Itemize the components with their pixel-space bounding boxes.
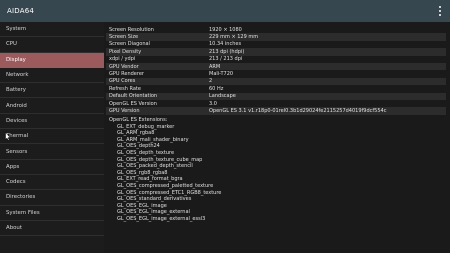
info-row-xdpi-ydpi: xdpi / ydpi 213 / 213 dpi bbox=[106, 56, 446, 63]
info-row-screen-size: Screen Size 229 mm × 129 mm bbox=[106, 33, 446, 41]
info-row-screen-resolution: Screen Resolution 1920 × 1080 bbox=[106, 26, 446, 33]
info-key: GPU Vendor bbox=[109, 63, 139, 70]
extension-item: GL_OES_EGL_image_external_essl3 bbox=[117, 216, 206, 222]
sidebar: System CPU Display Network Battery Andro… bbox=[0, 22, 104, 253]
sidebar-item-about[interactable]: About bbox=[0, 221, 104, 237]
sidebar-item-system-files[interactable]: System Files bbox=[0, 206, 104, 221]
extension-item: GL_ARM_rgba8 bbox=[117, 130, 155, 137]
info-row-gpu-cores: GPU Cores 2 bbox=[106, 77, 446, 86]
extension-item: GL_OES_EGL_image bbox=[117, 202, 167, 209]
sidebar-item-sensors[interactable]: Sensors bbox=[0, 144, 104, 160]
sidebar-item-apps[interactable]: Apps bbox=[0, 160, 104, 175]
info-key: Screen Diagonal bbox=[109, 41, 150, 48]
extension-item: GL_OES_depth_texture_cube_map bbox=[117, 156, 203, 163]
info-row-opengl-es-version: OpenGL ES Version 3.0 bbox=[106, 100, 446, 107]
sidebar-item-android[interactable]: Android bbox=[0, 98, 104, 114]
extension-item: GL_OES_EGL_image_external bbox=[117, 209, 190, 216]
extension-item: GL_OES_depth24 bbox=[117, 143, 160, 150]
info-row-gpu-vendor: GPU Vendor ARM bbox=[106, 62, 446, 71]
info-row-pixel-density: Pixel Density 213 dpi (hdpi) bbox=[106, 48, 446, 56]
info-row-default-orientation: Default Orientation Landscape bbox=[106, 92, 446, 100]
info-value: 213 dpi (hdpi) bbox=[209, 48, 245, 55]
info-row-gpu-version: GPU Version OpenGL ES 3.1 v1.r18p0-01rel… bbox=[106, 107, 446, 115]
info-key: Default Orientation bbox=[109, 93, 158, 100]
info-key: GPU Renderer bbox=[109, 71, 144, 78]
app-title: AIDA64 bbox=[7, 7, 35, 15]
extensions-list: GL_EXT_debug_marker GL_ARM_rgba8 GL_ARM_… bbox=[106, 124, 446, 223]
info-value: 60 Hz bbox=[209, 85, 224, 92]
extension-item: GL_ARM_mali_shader_binary bbox=[117, 136, 189, 143]
extension-item: GL_OES_depth_texture bbox=[117, 150, 175, 157]
info-key: Screen Size bbox=[109, 34, 139, 41]
info-row-refresh-rate: Refresh Rate 60 Hz bbox=[106, 85, 446, 92]
sidebar-item-battery[interactable]: Battery bbox=[0, 83, 104, 99]
info-key: Pixel Density bbox=[109, 48, 142, 55]
info-value: 2 bbox=[209, 78, 213, 85]
extension-item: GL_OES_compressed_paletted_texture bbox=[117, 183, 214, 190]
sidebar-item-devices[interactable]: Devices bbox=[0, 114, 104, 130]
extension-item: GL_OES_rgb8_rgba8 bbox=[117, 169, 168, 176]
extension-item: GL_OES_packed_depth_stencil bbox=[117, 163, 193, 170]
sidebar-item-display[interactable]: Display bbox=[0, 52, 104, 68]
mouse-pointer-icon bbox=[5, 132, 11, 141]
info-key: Screen Resolution bbox=[109, 26, 154, 33]
info-value: Mali-T720 bbox=[209, 71, 234, 78]
info-key: OpenGL ES Version bbox=[109, 100, 157, 107]
extension-item: GL_EXT_debug_marker bbox=[117, 123, 175, 130]
extension-item: GL_OES_compressed_ETC1_RGB8_texture bbox=[117, 189, 222, 196]
sidebar-item-system[interactable]: System bbox=[0, 22, 104, 38]
sidebar-item-thermal[interactable]: Thermal bbox=[0, 129, 104, 145]
info-value: 3.0 bbox=[209, 100, 217, 107]
info-key: Refresh Rate bbox=[109, 85, 141, 92]
sidebar-item-directories[interactable]: Directories bbox=[0, 190, 104, 206]
info-value: 1920 × 1080 bbox=[209, 26, 242, 33]
info-value: Landscape bbox=[209, 93, 236, 100]
info-key: GPU Version bbox=[109, 107, 140, 114]
extensions-heading: OpenGL ES Extensions: bbox=[109, 117, 168, 124]
info-value: OpenGL ES 3.1 v1.r18p0-01rel0.3b1d29024f… bbox=[209, 107, 387, 114]
app-bar: AIDA64 bbox=[0, 0, 450, 22]
info-key: xdpi / ydpi bbox=[109, 56, 136, 63]
sidebar-item-cpu[interactable]: CPU bbox=[0, 37, 104, 53]
extension-item: GL_EXT_read_format_bgra bbox=[117, 176, 183, 183]
info-value: ARM bbox=[209, 63, 221, 70]
info-row-screen-diagonal: Screen Diagonal 10.34 inches bbox=[106, 41, 446, 48]
info-value: 10.34 inches bbox=[209, 41, 242, 48]
sidebar-item-network[interactable]: Network bbox=[0, 68, 104, 84]
sidebar-item-codecs[interactable]: Codecs bbox=[0, 175, 104, 191]
info-value: 229 mm × 129 mm bbox=[209, 34, 259, 41]
info-value: 213 / 213 dpi bbox=[209, 56, 243, 63]
more-vert-icon[interactable] bbox=[437, 6, 443, 16]
extension-item: GL_OES_standard_derivatives bbox=[117, 196, 192, 203]
info-row-gpu-renderer: GPU Renderer Mali-T720 bbox=[106, 70, 446, 77]
info-key: GPU Cores bbox=[109, 78, 136, 85]
display-details-panel: Screen Resolution 1920 × 1080 Screen Siz… bbox=[106, 26, 446, 253]
